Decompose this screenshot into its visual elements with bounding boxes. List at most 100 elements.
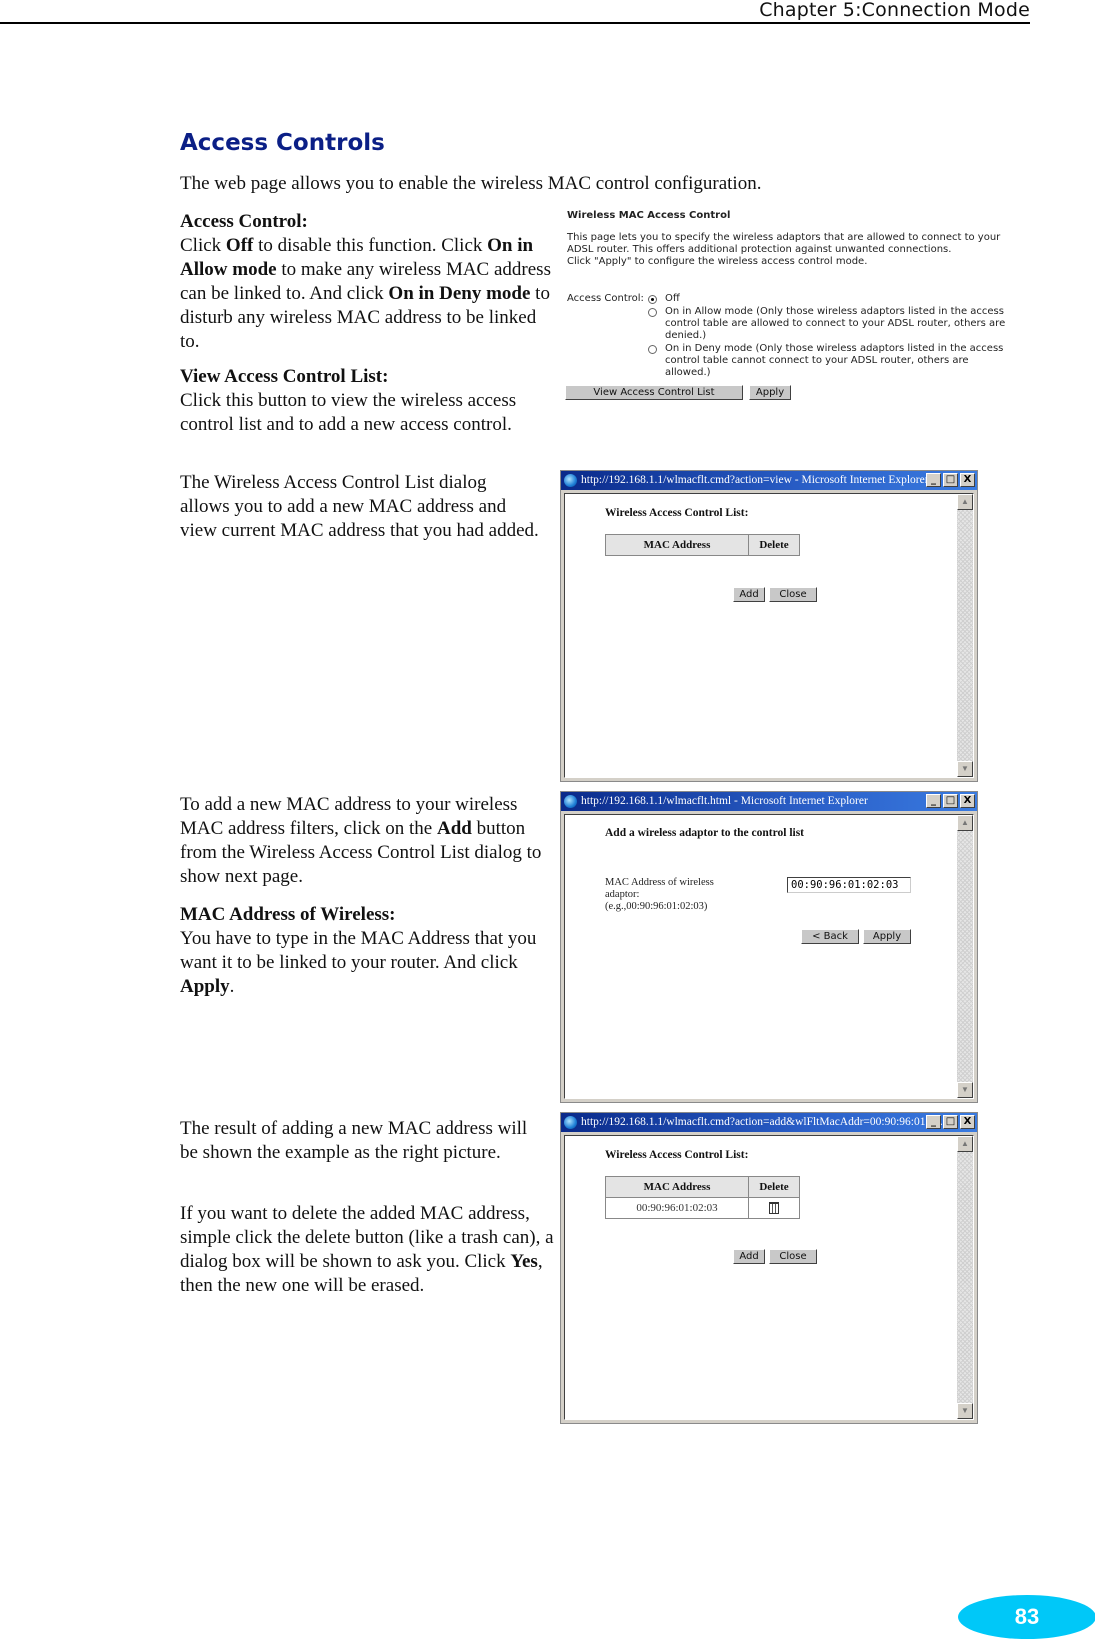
webpage-description: This page lets you to specify the wirele… — [567, 232, 1017, 268]
minimize-button[interactable]: _ — [926, 794, 941, 808]
view-list-heading: View Access Control List: — [180, 366, 389, 387]
scroll-down-arrow-icon[interactable]: ▼ — [957, 1082, 973, 1098]
window-content: Wireless Access Control List: MAC Addres… — [564, 493, 974, 778]
bold-add: Add — [436, 818, 472, 839]
label-line: adaptor: — [605, 889, 640, 900]
radio-label: On in Deny mode (Only those wireless ada… — [665, 343, 1004, 378]
add-mac-paragraph: To add a new MAC address to your wireles… — [180, 793, 558, 889]
page-number-badge: 83 — [958, 1595, 1095, 1639]
window-content: Wireless Access Control List: MAC Addres… — [564, 1135, 974, 1420]
close-dialog-button[interactable]: Close — [769, 1249, 817, 1264]
radio-allow-mode[interactable]: On in Allow mode (Only those wireless ad… — [648, 306, 1015, 342]
scroll-up-arrow-icon[interactable]: ▲ — [957, 494, 973, 510]
scroll-down-arrow-icon[interactable]: ▼ — [957, 761, 973, 777]
intro-text: The web page allows you to enable the wi… — [180, 173, 762, 194]
vertical-scrollbar[interactable]: ▲ ▼ — [957, 494, 973, 777]
scroll-up-arrow-icon[interactable]: ▲ — [957, 1136, 973, 1152]
text: to disable this function. Click — [253, 235, 488, 256]
ie-window-result-list: http://192.168.1.1/wlmacflt.cmd?action=a… — [560, 1112, 978, 1424]
dialog-heading: Wireless Access Control List: — [605, 1149, 749, 1161]
section-title: Access Controls — [180, 130, 385, 156]
radio-button[interactable] — [648, 345, 657, 354]
mac-of-wireless-paragraph: MAC Address of Wireless: You have to typ… — [180, 903, 552, 999]
bold-deny-mode: On in Deny mode — [388, 283, 531, 304]
column-header-mac-address: MAC Address — [605, 1176, 749, 1198]
text: . — [229, 976, 235, 997]
maximize-button[interactable]: □ — [943, 473, 958, 487]
window-titlebar: http://192.168.1.1/wlmacflt.html - Micro… — [561, 792, 977, 811]
radio-button[interactable] — [648, 295, 657, 304]
bold-yes: Yes — [510, 1251, 538, 1272]
internet-explorer-icon — [564, 474, 577, 487]
ie-window-view-list: http://192.168.1.1/wlmacflt.cmd?action=v… — [560, 470, 978, 782]
access-control-heading: Access Control: — [180, 211, 308, 232]
maximize-button[interactable]: □ — [943, 1115, 958, 1129]
access-control-paragraph: Access Control: Click Off to disable thi… — [180, 210, 552, 354]
radio-label: Off — [665, 293, 680, 304]
desc-line: This page lets you to specify the wirele… — [567, 232, 1001, 243]
dialog-heading: Add a wireless adaptor to the control li… — [605, 827, 805, 839]
wireless-mac-access-control-screenshot: Wireless MAC Access Control This page le… — [560, 205, 1020, 405]
maximize-button[interactable]: □ — [943, 794, 958, 808]
vertical-scrollbar[interactable]: ▲ ▼ — [957, 815, 973, 1098]
minimize-button[interactable]: _ — [926, 473, 941, 487]
column-header-delete: Delete — [748, 1176, 800, 1198]
add-button[interactable]: Add — [733, 587, 765, 602]
internet-explorer-icon — [564, 795, 577, 808]
chapter-title: Chapter 5:Connection Mode — [759, 0, 1030, 21]
mac-address-input[interactable]: 00:90:96:01:02:03 — [787, 877, 911, 893]
delete-cell — [748, 1197, 800, 1219]
apply-button[interactable]: Apply — [863, 929, 911, 944]
table-row: 00:90:96:01:02:03 — [605, 1197, 800, 1219]
scroll-down-arrow-icon[interactable]: ▼ — [957, 1403, 973, 1419]
column-header-delete: Delete — [748, 534, 800, 556]
bold-apply: Apply — [180, 976, 230, 997]
radio-label: On in Allow mode (Only those wireless ad… — [665, 306, 1006, 341]
result-paragraph: The result of adding a new MAC address w… — [180, 1118, 528, 1163]
internet-explorer-icon — [564, 1116, 577, 1129]
access-control-label: Access Control: — [567, 293, 644, 304]
view-access-control-list-button[interactable]: View Access Control List — [565, 385, 743, 400]
close-button[interactable]: X — [960, 794, 975, 808]
label-line: MAC Address of wireless — [605, 877, 714, 888]
window-title: http://192.168.1.1/wlmacflt.cmd?action=a… — [581, 1116, 943, 1128]
radio-button[interactable] — [648, 308, 657, 317]
back-button[interactable]: < Back — [801, 929, 859, 944]
page-header: Chapter 5:Connection Mode — [0, 0, 1030, 24]
desc-line: Click "Apply" to configure the wireless … — [567, 256, 868, 267]
mac-address-cell: 00:90:96:01:02:03 — [605, 1197, 749, 1219]
label-line: (e.g.,00:90:96:01:02:03) — [605, 901, 708, 912]
window-title: http://192.168.1.1/wlmacflt.html - Micro… — [581, 795, 868, 807]
table-header-row: MAC Address Delete — [605, 534, 800, 556]
mac-address-label: MAC Address of wireless adaptor: (e.g.,0… — [605, 877, 714, 913]
radio-deny-mode[interactable]: On in Deny mode (Only those wireless ada… — [648, 343, 1015, 379]
view-list-paragraph: View Access Control List: Click this but… — [180, 365, 552, 437]
radio-off[interactable]: Off — [648, 293, 1015, 305]
text: If you want to delete the added MAC addr… — [180, 1203, 554, 1272]
window-titlebar: http://192.168.1.1/wlmacflt.cmd?action=a… — [561, 1113, 977, 1132]
column-header-mac-address: MAC Address — [605, 534, 749, 556]
text: You have to type in the MAC Address that… — [180, 928, 537, 973]
ie-window-add-adaptor: http://192.168.1.1/wlmacflt.html - Micro… — [560, 791, 978, 1103]
close-button[interactable]: X — [960, 1115, 975, 1129]
minimize-button[interactable]: _ — [926, 1115, 941, 1129]
window-title: http://192.168.1.1/wlmacflt.cmd?action=v… — [581, 474, 929, 486]
delete-paragraph: If you want to delete the added MAC addr… — [180, 1202, 562, 1298]
dialog-intro-paragraph: The Wireless Access Control List dialog … — [180, 472, 539, 541]
text: Click — [180, 235, 226, 256]
desc-line: ADSL router. This offers additional prot… — [567, 244, 952, 255]
bold-off: Off — [225, 235, 254, 256]
vertical-scrollbar[interactable]: ▲ ▼ — [957, 1136, 973, 1419]
close-button[interactable]: X — [960, 473, 975, 487]
text: Click this button to view the wireless a… — [180, 390, 517, 435]
access-control-table: MAC Address Delete 00:90:96:01:02:03 — [605, 1176, 800, 1219]
webpage-title: Wireless MAC Access Control — [567, 210, 731, 221]
mac-of-wireless-heading: MAC Address of Wireless: — [180, 904, 396, 925]
dialog-heading: Wireless Access Control List: — [605, 507, 749, 519]
access-control-table: MAC Address Delete — [605, 534, 800, 556]
apply-button[interactable]: Apply — [749, 385, 791, 400]
scroll-up-arrow-icon[interactable]: ▲ — [957, 815, 973, 831]
close-dialog-button[interactable]: Close — [769, 587, 817, 602]
trash-icon[interactable] — [769, 1202, 779, 1215]
add-button[interactable]: Add — [733, 1249, 765, 1264]
